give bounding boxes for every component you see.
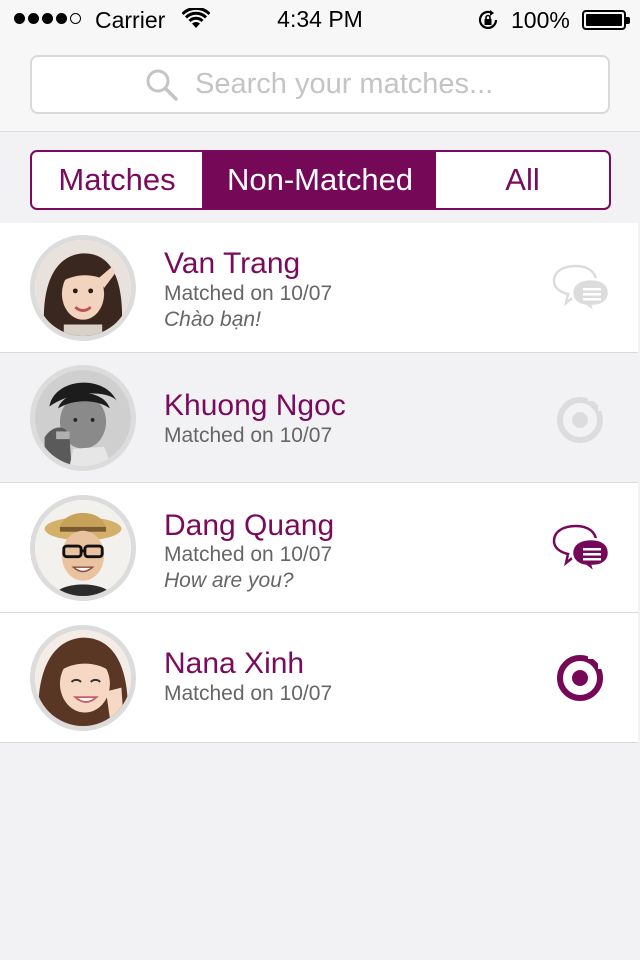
tab-all[interactable]: All: [436, 152, 609, 208]
match-date: Matched on 10/07: [164, 682, 333, 705]
tab-matches[interactable]: Matches: [32, 152, 204, 208]
match-name: Khuong Ngoc: [164, 389, 346, 422]
last-message: How are you?: [164, 569, 294, 592]
rotation-lock-icon: [478, 10, 498, 29]
avatar[interactable]: [30, 235, 136, 341]
tab-non-matched[interactable]: Non-Matched: [204, 152, 436, 208]
target-icon[interactable]: [550, 651, 612, 703]
target-icon[interactable]: [550, 393, 612, 445]
match-name: Van Trang: [164, 247, 301, 280]
chat-icon[interactable]: [550, 523, 612, 575]
avatar[interactable]: [30, 365, 136, 471]
match-date: Matched on 10/07: [164, 282, 333, 305]
match-row[interactable]: Nana Xinh Matched on 10/07: [0, 613, 638, 743]
match-name: Dang Quang: [164, 509, 335, 542]
match-date: Matched on 10/07: [164, 543, 333, 566]
last-message: Chào bạn!: [164, 308, 261, 331]
battery-percent: 100%: [511, 7, 570, 33]
match-date: Matched on 10/07: [164, 424, 333, 447]
match-row[interactable]: Khuong Ngoc Matched on 10/07: [0, 353, 638, 483]
chat-icon[interactable]: [550, 263, 612, 315]
match-row[interactable]: Van Trang Matched on 10/07 Chào bạn!: [0, 223, 638, 353]
search-bar-area: [0, 40, 640, 132]
match-row[interactable]: Dang Quang Matched on 10/07 How are you?: [0, 483, 638, 613]
avatar[interactable]: [30, 625, 136, 731]
search-icon: [146, 69, 178, 101]
match-filter-tabs: Matches Non-Matched All: [30, 150, 611, 210]
battery-icon: [582, 10, 630, 30]
search-box[interactable]: [30, 55, 610, 114]
search-input[interactable]: [195, 68, 495, 101]
status-bar: Carrier 4:34 PM 100%: [0, 0, 640, 40]
match-name: Nana Xinh: [164, 647, 305, 680]
matches-list: Van Trang Matched on 10/07 Chào bạn! Khu…: [0, 223, 640, 743]
avatar[interactable]: [30, 495, 136, 601]
